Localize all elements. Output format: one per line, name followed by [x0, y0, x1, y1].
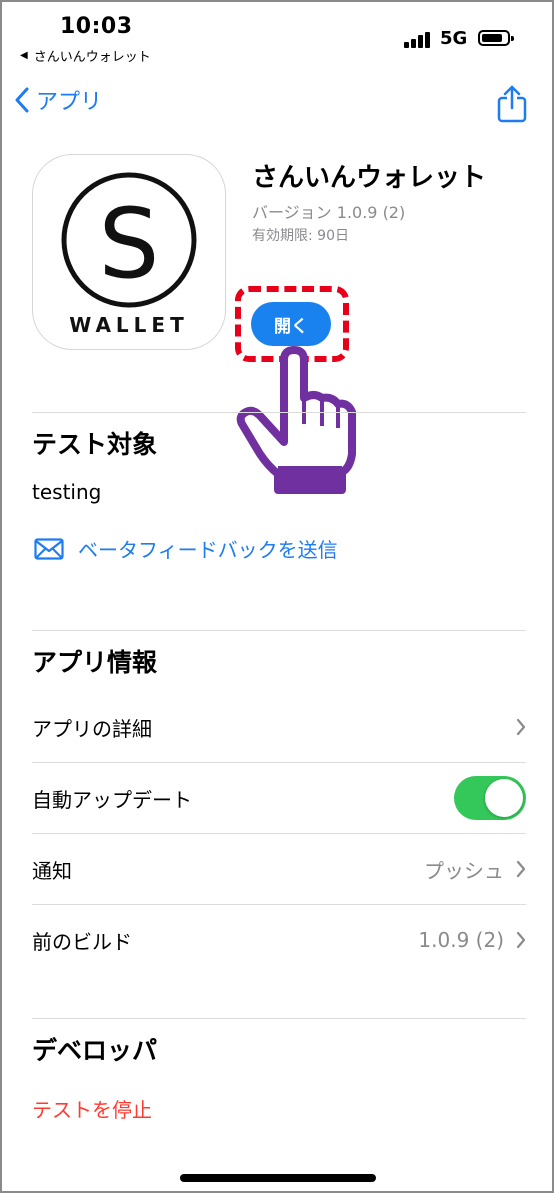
- auto-update-toggle[interactable]: [454, 776, 526, 820]
- mail-icon: [34, 537, 64, 560]
- chevron-right-icon: [516, 718, 526, 736]
- status-time: 10:03: [60, 14, 133, 39]
- back-triangle-icon: ◀: [20, 50, 28, 61]
- battery-icon: [478, 30, 514, 46]
- app-icon-wordmark: WALLET: [69, 313, 188, 337]
- network-label: 5G: [440, 28, 468, 49]
- row-label: アプリの詳細: [32, 716, 152, 741]
- chevron-right-icon: [516, 931, 526, 949]
- divider: [32, 412, 526, 413]
- developer-title: デベロッパ: [32, 1036, 158, 1065]
- signal-icon: [404, 30, 434, 48]
- row-value: 1.0.9 (2): [418, 928, 504, 952]
- divider: [32, 1018, 526, 1019]
- test-target-value: testing: [32, 480, 102, 504]
- nav-back-label: アプリ: [36, 90, 103, 115]
- row-value: プッシュ: [424, 858, 504, 883]
- nav-back-button[interactable]: アプリ: [14, 84, 102, 116]
- screen: 10:03 ◀ さんいんウォレット 5G アプリ S WALLET さんいんウォ…: [0, 0, 554, 1193]
- send-feedback-label: ベータフィードバックを送信: [78, 538, 338, 562]
- app-icon-letter: S: [99, 188, 160, 300]
- send-feedback-link[interactable]: ベータフィードバックを送信: [34, 534, 338, 563]
- app-icon: S WALLET: [32, 154, 226, 350]
- row-label: 通知: [32, 858, 72, 883]
- open-button[interactable]: 開く: [251, 302, 331, 346]
- back-to-app[interactable]: ◀ さんいんウォレット: [20, 46, 151, 65]
- chevron-left-icon: [15, 87, 29, 113]
- row-notifications[interactable]: 通知 プッシュ: [32, 834, 526, 904]
- divider: [32, 630, 526, 631]
- share-icon[interactable]: [495, 84, 529, 124]
- row-auto-update: 自動アップデート: [32, 763, 526, 833]
- row-app-details[interactable]: アプリの詳細: [32, 692, 526, 762]
- row-previous-builds[interactable]: 前のビルド 1.0.9 (2): [32, 905, 526, 975]
- stop-testing-button[interactable]: テストを停止: [32, 1094, 152, 1123]
- app-name: さんいんウォレット: [252, 163, 487, 193]
- back-app-label: さんいんウォレット: [33, 50, 151, 65]
- app-expiry: 有効期限: 90日: [252, 228, 349, 244]
- app-version: バージョン 1.0.9 (2): [252, 203, 406, 222]
- row-label: 自動アップデート: [32, 787, 192, 812]
- pointer-hand-icon: [236, 346, 356, 494]
- test-target-title: テスト対象: [32, 430, 158, 459]
- chevron-right-icon: [516, 860, 526, 878]
- row-label: 前のビルド: [32, 929, 132, 954]
- app-info-title: アプリ情報: [32, 648, 158, 677]
- home-indicator[interactable]: [180, 1174, 376, 1182]
